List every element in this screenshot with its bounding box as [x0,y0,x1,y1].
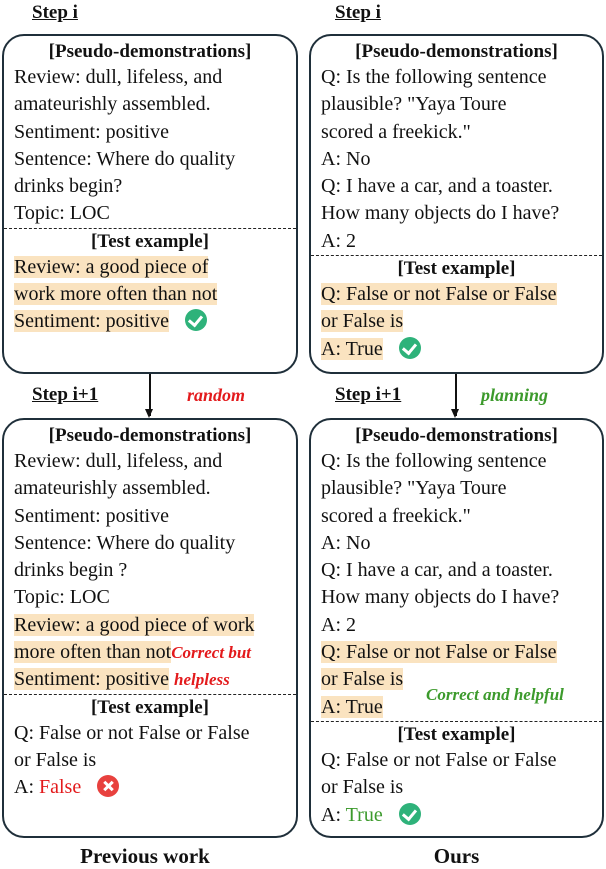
annotation-correct-but: Correct but [171,643,251,663]
previous-work-caption: Previous work [80,844,210,868]
cross-circle-icon [97,775,120,798]
test-title: [Test example] [397,723,516,745]
demo-title: [Pseudo-demonstrations] [48,41,252,62]
test-line: Q: False or not False or False [321,283,557,306]
left-step-i-label: Step i [32,2,78,23]
demo-line: amateurishly assembled. [14,477,211,500]
test-line: A: True [321,337,383,360]
annotation-correct-and-helpful: Correct and helpful [426,684,564,704]
demo-line: A: 2 [321,613,356,636]
demo-line: Q: I have a car, and a toaster. [321,559,553,582]
demo-title: [Pseudo-demonstrations] [355,425,558,446]
answer-prefix: A: [321,803,346,826]
check-circle-icon [398,802,421,825]
check-circle-icon [185,309,207,332]
test-title: [Test example] [90,230,210,252]
demo-line: plausible? "Yaya Toure [321,477,507,500]
test-line: Q: False or not False or False [14,721,250,744]
demo-line: Q: Is the following sentence [321,450,547,472]
demo-line: drinks begin ? [14,559,128,582]
test-line: work more often than not [14,283,218,306]
answer-prefix: A: [14,776,39,799]
added-demo-line: Review: a good piece of work [14,613,255,636]
demo-line: Topic: LOC [14,202,110,225]
right-transition-arrow [452,374,458,418]
added-demo-line: or False is [321,668,404,691]
right-step-i1-box: [Pseudo-demonstrations] Q: Is the follow… [309,418,604,838]
demo-line: Review: dull, lifeless, and [14,450,223,472]
check-circle-icon [398,336,421,359]
test-line: or False is [321,776,404,799]
answer-value: True [345,803,383,826]
demo-line: Sentiment: positive [14,120,169,143]
demo-line: Sentiment: positive [14,504,169,527]
left-transition-arrow [146,374,152,418]
ours-caption: Ours [433,844,480,868]
left-step-i1-box: [Pseudo-demonstrations] Review: dull, li… [2,418,298,838]
test-line: or False is [321,310,404,333]
test-line: Q: False or not False or False [321,748,557,771]
demo-line: How many objects do I have? [321,586,560,609]
demo-line: Q: I have a car, and a toaster. [321,175,553,198]
added-demo-line: A: True [321,695,383,718]
demo-line: scored a freekick." [321,504,471,527]
demo-line: Sentence: Where do quality [14,531,236,554]
demo-line: How many objects do I have? [321,202,560,225]
demo-line: A: No [321,147,371,170]
added-demo-line: more often than not [14,641,172,664]
right-step-i-label: Step i [335,2,381,23]
test-title: [Test example] [90,696,210,718]
demo-line: Topic: LOC [14,586,110,609]
demo-line: Review: dull, lifeless, and [14,66,223,88]
demo-line: A: 2 [321,229,356,252]
demo-line: amateurishly assembled. [14,93,211,116]
right-step-i-box: [Pseudo-demonstrations] Q: Is the follow… [309,34,604,374]
test-line: or False is [14,748,97,771]
planning-label: planning [481,385,549,405]
demo-line: drinks begin? [14,175,123,198]
left-step-i1-label: Step i+1 [32,384,99,405]
left-step-i-box: [Pseudo-demonstrations] Review: dull, li… [2,34,298,374]
demo-line: A: No [321,531,371,554]
right-step-i1-label: Step i+1 [335,384,402,405]
demo-title: [Pseudo-demonstrations] [48,425,252,446]
demo-title: [Pseudo-demonstrations] [355,41,558,62]
demo-line: scored a freekick." [321,120,471,143]
test-line: Review: a good piece of [14,255,209,278]
test-title: [Test example] [397,258,516,280]
demo-line: plausible? "Yaya Toure [321,93,507,116]
demo-line: Sentence: Where do quality [14,147,236,170]
added-demo-line: Q: False or not False or False [321,641,557,664]
test-line: Sentiment: positive [14,310,169,333]
answer-value: False [39,776,82,799]
annotation-helpless: helpless [174,670,230,690]
demo-line: Q: Is the following sentence [321,66,547,88]
random-label: random [187,385,246,405]
added-demo-line: Sentiment: positive [14,668,169,691]
